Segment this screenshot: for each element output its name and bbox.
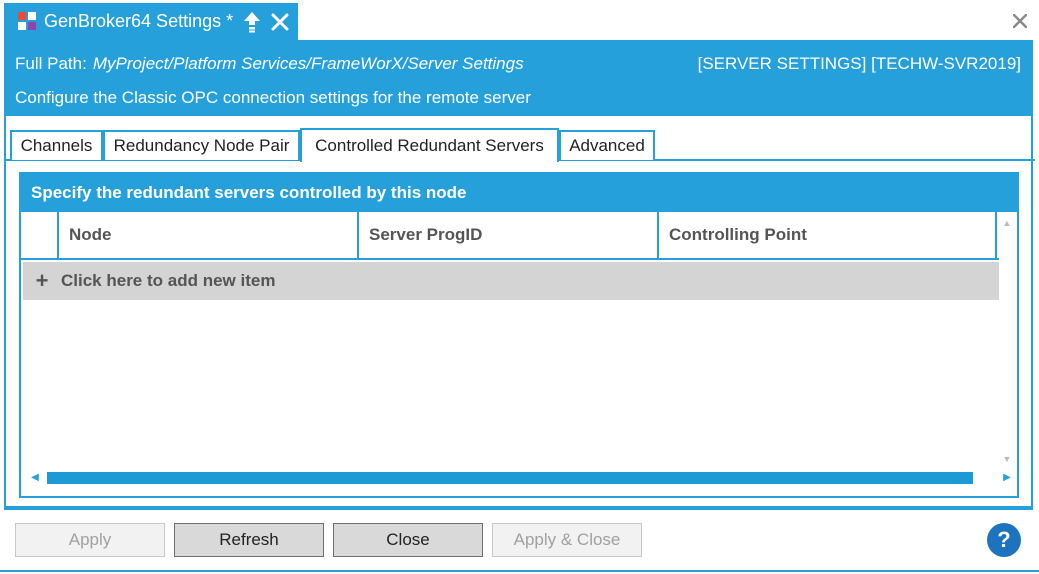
settings-tabs: Channels Redundancy Node Pair Controlled… [6, 128, 1035, 162]
scroll-left-icon[interactable]: ◀ [29, 472, 41, 484]
column-header-controlling-point[interactable]: Controlling Point [659, 212, 997, 258]
document-tab-strip: GenBroker64 Settings * [0, 0, 1039, 40]
add-new-item-row[interactable]: + Click here to add new item [23, 262, 999, 300]
header-band: Full Path: MyProject/Platform Services/Fr… [4, 40, 1033, 116]
full-path-label: Full Path: [15, 54, 87, 73]
grid-title: Specify the redundant servers controlled… [21, 174, 1017, 212]
tab-channels[interactable]: Channels [10, 130, 103, 160]
document-tab[interactable]: GenBroker64 Settings * [4, 3, 298, 40]
header-description: Configure the Classic OPC connection set… [15, 88, 531, 107]
genbroker-app-icon [18, 11, 38, 32]
settings-window: GenBroker64 Settings * Full Path: MyProj… [0, 0, 1039, 574]
server-tag: [SERVER SETTINGS] [TECHW-SVR2019] [697, 54, 1021, 73]
column-header-server-progid[interactable]: Server ProgID [359, 212, 659, 258]
scroll-down-icon[interactable]: ▼ [1002, 454, 1012, 464]
document-tab-title: GenBroker64 Settings * [44, 11, 234, 31]
full-path-value: MyProject/Platform Services/FrameWorX/Se… [92, 54, 524, 73]
redundant-servers-grid: Specify the redundant servers controlled… [19, 172, 1019, 498]
tab-controlled-redundant-servers[interactable]: Controlled Redundant Servers [300, 128, 559, 162]
tab-close-icon[interactable] [269, 11, 291, 33]
bottom-border [0, 570, 1039, 572]
vertical-scrollbar[interactable]: ▲ ▼ [999, 214, 1015, 464]
grid-header: Node Server ProgID Controlling Point [21, 212, 999, 260]
scroll-up-icon[interactable]: ▲ [1002, 218, 1012, 228]
arrow-up-icon[interactable] [241, 10, 263, 34]
full-path-row: Full Path: MyProject/Platform Services/Fr… [15, 54, 524, 74]
scroll-right-icon[interactable]: ▶ [1001, 472, 1013, 484]
footer-divider [4, 508, 1033, 510]
help-icon[interactable]: ? [987, 523, 1021, 557]
horizontal-scrollbar[interactable]: ◀ ▶ [25, 470, 1011, 486]
content-frame: Channels Redundancy Node Pair Controlled… [4, 116, 1035, 508]
column-header-node[interactable]: Node [59, 212, 359, 258]
close-button[interactable]: Close [333, 523, 483, 557]
horizontal-scroll-thumb[interactable] [47, 472, 973, 484]
plus-icon: + [35, 268, 49, 293]
row-indicator-header [21, 212, 59, 258]
add-new-item-label: Click here to add new item [61, 271, 276, 290]
apply-and-close-button[interactable]: Apply & Close [492, 523, 642, 557]
tab-advanced[interactable]: Advanced [559, 130, 655, 160]
tab-redundancy-node-pair[interactable]: Redundancy Node Pair [103, 130, 300, 160]
apply-button[interactable]: Apply [15, 523, 165, 557]
refresh-button[interactable]: Refresh [174, 523, 324, 557]
window-close-icon[interactable] [1009, 10, 1031, 32]
